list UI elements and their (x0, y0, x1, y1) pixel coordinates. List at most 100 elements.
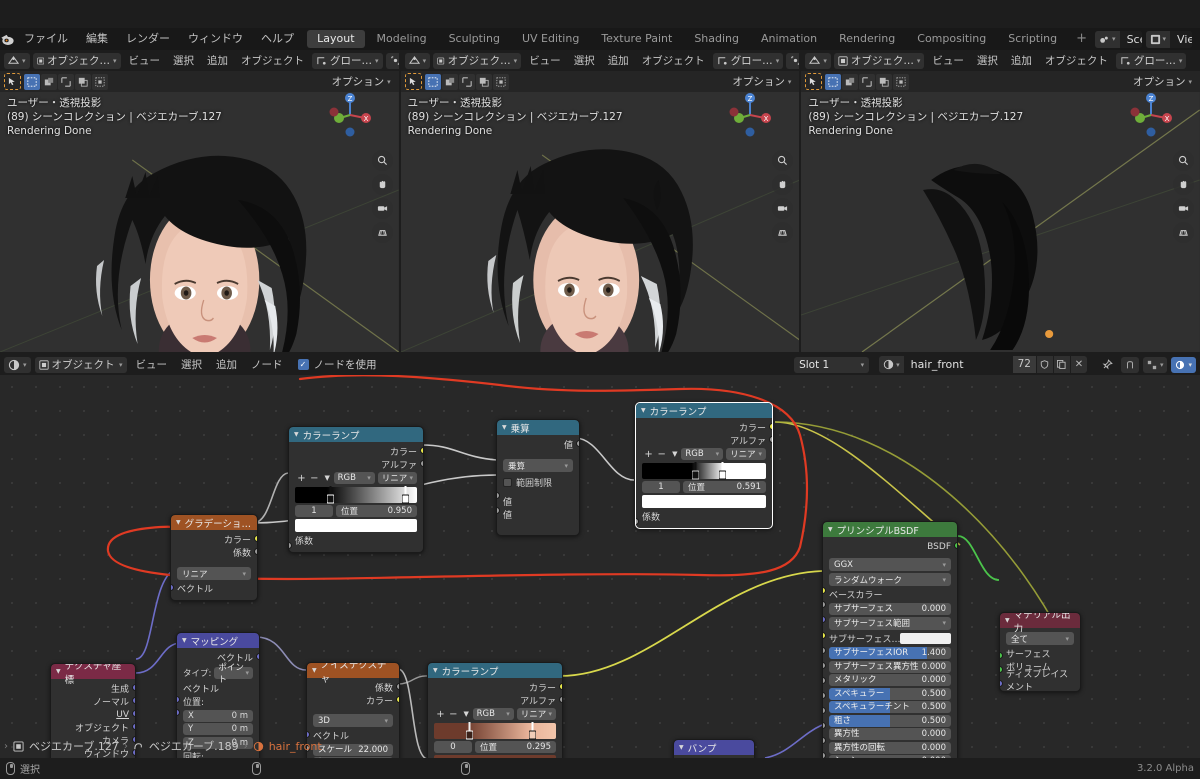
editor-type-selector-2[interactable]: ▾ (404, 52, 431, 69)
output-target-dropdown[interactable]: 全て ▾ (1006, 632, 1074, 645)
tweak-tool-icon-2[interactable] (404, 73, 422, 90)
view-layer-name[interactable]: View Layer (1171, 30, 1193, 48)
pan-hand-icon-3[interactable] (1173, 174, 1195, 195)
select-extend-icon-3[interactable] (842, 73, 859, 90)
ramp-index-field[interactable]: 1 (642, 481, 680, 493)
bsdf-subsurface-slider[interactable]: サブサーフェス 0.000 (829, 602, 951, 615)
workspace-tab-rendering[interactable]: Rendering (829, 30, 905, 48)
ramp-selected-color-swatch[interactable] (642, 495, 766, 508)
viewport-options-1[interactable]: オプション ▾ (328, 74, 395, 90)
zoom-icon-1[interactable] (371, 150, 393, 171)
socket-specular-tint-in[interactable] (823, 707, 826, 714)
select-invert-icon-1[interactable] (75, 73, 91, 90)
material-icon[interactable]: ▾ (879, 356, 905, 373)
bsdf-specular-tint-slider[interactable]: スペキュラーチント 0.500 (829, 701, 951, 713)
camera-view-icon-1[interactable] (371, 198, 393, 219)
ramp-interpolation-dropdown[interactable]: リニア ▾ (726, 448, 766, 460)
add-workspace-button[interactable]: + (1068, 28, 1095, 50)
collapse-triangle-icon[interactable]: ▼ (828, 526, 833, 533)
noise-scale-slider[interactable]: スケール 22.000 (313, 743, 393, 756)
bsdf-roughness-slider[interactable]: 粗さ 0.500 (829, 714, 951, 727)
ramp-remove-stop-button[interactable]: − (447, 709, 460, 720)
ramp-interpolation-dropdown[interactable]: リニア ▾ (516, 708, 556, 720)
select-extend-icon-1[interactable] (41, 73, 57, 90)
select-extend-icon-2[interactable] (441, 73, 458, 90)
snap-pivot-2[interactable]: ▾ (786, 52, 800, 69)
viewport-menu-select-3[interactable]: 選択 (972, 53, 1003, 68)
socket-subsurface-ior-in[interactable] (823, 647, 826, 654)
ramp-stop-1[interactable] (718, 462, 726, 480)
location-y-field[interactable]: Y 0 m (183, 723, 253, 735)
tweak-tool-icon-1[interactable] (4, 73, 21, 90)
bsdf-anisotropic-rotation-slider[interactable]: 異方性の回転 0.000 (829, 741, 951, 754)
node-colorramp-top-right[interactable]: ▼ カラーランプ カラー アルファ + − ▼ RGB ▾ リニア ▾ 1 位置… (635, 402, 773, 529)
new-material-copy-icon[interactable] (1052, 356, 1070, 373)
workspace-tab-layout[interactable]: Layout (307, 30, 365, 48)
zoom-icon-3[interactable] (1173, 150, 1195, 171)
select-intersect-icon-1[interactable] (92, 73, 108, 90)
viewport-menu-object-2[interactable]: オブジェクト (637, 53, 710, 68)
workspace-tab-modeling[interactable]: Modeling (367, 30, 437, 48)
viewport-menu-select-1[interactable]: 選択 (168, 53, 199, 68)
node-menu-view[interactable]: ビュー (131, 357, 173, 372)
snap-node-icon[interactable] (1120, 356, 1139, 373)
select-subtract-icon-2[interactable] (458, 73, 475, 90)
menu-edit[interactable]: 編集 (77, 28, 117, 50)
node-texture-coordinate-header[interactable]: ▼ テクスチャ座標 (51, 664, 135, 686)
menu-file[interactable]: ファイル (15, 28, 77, 50)
mapping-type-dropdown[interactable]: ポイント ▾ (214, 663, 253, 685)
material-name-field[interactable]: hair_front (904, 356, 1013, 373)
node-colorramp-top-mid-header[interactable]: ▼ カラーランプ (289, 427, 423, 442)
bsdf-subsurface-method-dropdown[interactable]: ランダムウォーク ▾ (829, 573, 951, 586)
node-colorramp-bottom-header[interactable]: ▼ カラーランプ (428, 663, 562, 678)
scene-name[interactable]: Scene (1120, 30, 1142, 48)
ramp-gradient-bar[interactable] (295, 486, 417, 504)
socket-subsurface-anisotropy-in[interactable] (823, 662, 826, 669)
perspective-toggle-icon-1[interactable] (371, 222, 393, 243)
socket-subsurface-in[interactable] (823, 601, 826, 608)
clamp-checkbox[interactable] (503, 478, 512, 487)
viewport-menu-add-2[interactable]: 追加 (603, 53, 634, 68)
select-subtract-icon-3[interactable] (859, 73, 876, 90)
camera-view-icon-2[interactable] (772, 198, 794, 219)
ramp-stop-1[interactable] (402, 486, 410, 504)
node-principled-bsdf-header[interactable]: ▼ プリンシプルBSDF (823, 522, 957, 537)
ramp-menu-chevron-down-icon[interactable]: ▼ (460, 710, 473, 718)
snap-pivot-1[interactable]: ▾ (385, 52, 399, 69)
breadcrumb-material[interactable]: hair_front (269, 740, 322, 753)
ramp-selected-color-swatch[interactable] (295, 519, 417, 532)
socket-metallic-in[interactable] (823, 677, 826, 684)
ramp-stop-0[interactable] (691, 462, 699, 480)
viewport-menu-object-3[interactable]: オブジェクト (1040, 53, 1113, 68)
location-x-field[interactable]: X 0 m (183, 709, 253, 722)
collapse-triangle-icon[interactable]: ▼ (56, 668, 61, 675)
breadcrumb-curve-data[interactable]: ベジエカーブ.189 (149, 738, 239, 754)
ramp-index-field[interactable]: 1 (295, 505, 333, 517)
node-editor-canvas[interactable]: ▼ カラーランプ カラー アルファ + − ▼ RGB ▾ リニア ▾ 1 位置… (0, 375, 1200, 758)
select-invert-icon-2[interactable] (475, 73, 492, 90)
scene-icon[interactable]: ▾ (1095, 30, 1121, 48)
transform-orientation-3[interactable]: グロー… ▾ (1115, 52, 1187, 69)
workspace-tab-texture-paint[interactable]: Texture Paint (591, 30, 682, 48)
interaction-mode-1[interactable]: オブジェク… ▾ (32, 52, 121, 69)
ramp-add-stop-button[interactable]: + (642, 449, 655, 460)
breadcrumb-object[interactable]: ベジエカーブ.127 (29, 738, 119, 754)
bsdf-specular-slider[interactable]: スペキュラー 0.500 (829, 687, 951, 700)
material-datablock[interactable]: ▾ hair_front 72 ✕ (879, 356, 1087, 373)
node-colorramp-top-mid[interactable]: ▼ カラーランプ カラー アルファ + − ▼ RGB ▾ リニア ▾ 1 位置… (288, 426, 424, 553)
menu-render[interactable]: レンダー (117, 28, 179, 50)
socket-anisotropic-in[interactable] (823, 737, 826, 744)
node-principled-bsdf[interactable]: ▼ プリンシプルBSDF BSDF GGX ▾ ランダムウォーク ▾ ベースカラー (822, 521, 958, 758)
node-material-output[interactable]: ▼ マテリアル出力 全て ▾ サーフェス ボリューム ディスプレイスメント (999, 612, 1081, 692)
node-bump[interactable]: ▼ バンプ ノーマル (673, 739, 755, 758)
select-intersect-icon-3[interactable] (893, 73, 910, 90)
pan-hand-icon-2[interactable] (772, 174, 794, 195)
material-users-count[interactable]: 72 (1012, 356, 1036, 373)
select-invert-icon-3[interactable] (876, 73, 893, 90)
unlink-material-icon[interactable]: ✕ (1069, 356, 1087, 373)
perspective-toggle-icon-3[interactable] (1173, 222, 1195, 243)
ramp-stop-0[interactable] (465, 722, 473, 740)
ramp-stop-0[interactable] (326, 486, 334, 504)
workspace-tab-shading[interactable]: Shading (684, 30, 749, 48)
viewport-menu-view-3[interactable]: ビュー (927, 53, 969, 68)
